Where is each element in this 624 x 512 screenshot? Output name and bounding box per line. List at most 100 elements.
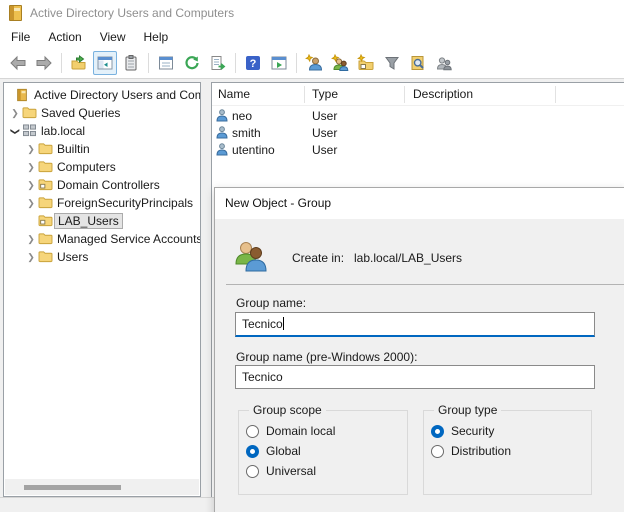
menu-file[interactable]: File <box>2 26 39 48</box>
tree-item-computers[interactable]: ❯ Computers <box>4 158 201 176</box>
tree-item-label: Domain Controllers <box>54 177 163 193</box>
new-organizational-unit-icon <box>357 54 375 72</box>
forward-button[interactable] <box>32 51 56 75</box>
radio-security[interactable]: Security <box>431 423 494 439</box>
console-tree-panel: Active Directory Users and Computers ❯ S… <box>3 82 201 497</box>
new-window-icon <box>270 54 288 72</box>
group-type-fieldset: Group type Security Distribution <box>423 410 592 495</box>
radio-unchecked-icon[interactable] <box>431 445 444 458</box>
radio-checked-icon[interactable] <box>246 445 259 458</box>
help-icon: ? <box>244 54 262 72</box>
chevron-right-icon[interactable]: ❯ <box>24 162 38 173</box>
tree-item-lab-users[interactable]: ❯ LAB_Users <box>4 212 201 230</box>
radio-checked-icon[interactable] <box>431 425 444 438</box>
cell-name: smith <box>232 126 261 140</box>
column-separator[interactable] <box>555 86 556 103</box>
list-row-neo[interactable]: neo User <box>212 107 624 124</box>
chevron-right-icon[interactable]: ❯ <box>24 180 38 191</box>
clipboard-button[interactable] <box>119 51 143 75</box>
pre-windows-2000-value: Tecnico <box>242 370 283 384</box>
organizational-unit-folder-icon <box>38 214 54 228</box>
tree-item-domain-controllers[interactable]: ❯ Domain Controllers <box>4 176 201 194</box>
app-window: Active Directory Users and Computers Fil… <box>0 0 624 512</box>
find-icon <box>409 54 427 72</box>
toolbar-separator <box>235 53 236 73</box>
back-button[interactable] <box>6 51 30 75</box>
radio-unchecked-icon[interactable] <box>246 425 259 438</box>
export-list-button[interactable] <box>206 51 230 75</box>
console-icon <box>15 88 31 102</box>
organizational-unit-folder-icon <box>38 178 54 192</box>
cell-name: neo <box>232 109 252 123</box>
up-one-level-icon <box>70 54 88 72</box>
tree-item-saved-queries[interactable]: ❯ Saved Queries <box>4 104 201 122</box>
tree-item-label: Active Directory Users and Computers <box>31 87 201 103</box>
radio-domain-local[interactable]: Domain local <box>246 423 335 439</box>
forward-icon <box>35 54 53 72</box>
new-window-button[interactable] <box>267 51 291 75</box>
column-header-description[interactable]: Description <box>413 83 473 105</box>
tree-item-label: lab.local <box>38 123 88 139</box>
group-people-icon <box>233 240 269 277</box>
group-scope-legend: Group scope <box>249 403 326 417</box>
tree-item-foreignsecurityprincipals[interactable]: ❯ ForeignSecurityPrincipals <box>4 194 201 212</box>
radio-unchecked-icon[interactable] <box>246 465 259 478</box>
toolbar-separator <box>296 53 297 73</box>
tree-item-label-selected: LAB_Users <box>54 213 123 229</box>
tree-item-builtin[interactable]: ❯ Builtin <box>4 140 201 158</box>
chevron-right-icon[interactable]: ❯ <box>24 234 38 245</box>
menu-help[interactable]: Help <box>135 26 178 48</box>
tree-item-users[interactable]: ❯ Users <box>4 248 201 266</box>
new-organizational-unit-button[interactable] <box>354 51 378 75</box>
titlebar: Active Directory Users and Computers <box>0 0 624 26</box>
folder-icon <box>38 196 54 210</box>
folder-icon <box>22 106 38 120</box>
list-row-smith[interactable]: smith User <box>212 124 624 141</box>
column-header-type[interactable]: Type <box>312 83 338 105</box>
new-group-icon <box>331 54 349 72</box>
find-button[interactable] <box>406 51 430 75</box>
app-console-icon <box>9 5 22 21</box>
chevron-right-icon[interactable]: ❯ <box>24 252 38 263</box>
chevron-right-icon[interactable]: ❯ <box>24 144 38 155</box>
column-separator[interactable] <box>404 86 405 103</box>
menu-action[interactable]: Action <box>39 26 90 48</box>
radio-universal[interactable]: Universal <box>246 463 316 479</box>
list-row-utentino[interactable]: utentino User <box>212 141 624 158</box>
chevron-down-icon[interactable]: ❯ <box>10 124 21 138</box>
column-separator[interactable] <box>304 86 305 103</box>
dialog-separator <box>226 284 624 285</box>
tree-item-label: Users <box>54 249 91 265</box>
properties-button[interactable] <box>154 51 178 75</box>
set-permissions-button[interactable] <box>432 51 456 75</box>
radio-distribution[interactable]: Distribution <box>431 443 511 459</box>
radio-global[interactable]: Global <box>246 443 301 459</box>
create-in-value: lab.local/LAB_Users <box>354 251 462 265</box>
toolbar-separator <box>148 53 149 73</box>
group-name-input[interactable]: Tecnico <box>235 312 595 337</box>
new-user-button[interactable] <box>302 51 326 75</box>
tree-item-label: Saved Queries <box>38 105 123 121</box>
dialog-title: New Object - Group <box>225 188 331 219</box>
tree-item-managed-service-accounts[interactable]: ❯ Managed Service Accounts <box>4 230 201 248</box>
user-icon <box>216 143 228 159</box>
new-group-button[interactable] <box>328 51 352 75</box>
show-console-tree-button[interactable] <box>93 51 117 75</box>
folder-icon <box>38 160 54 174</box>
tree-item-root[interactable]: Active Directory Users and Computers <box>4 86 201 104</box>
menu-view[interactable]: View <box>91 26 135 48</box>
filter-button[interactable] <box>380 51 404 75</box>
help-button[interactable]: ? <box>241 51 265 75</box>
refresh-button[interactable] <box>180 51 204 75</box>
pre-windows-2000-input[interactable]: Tecnico <box>235 365 595 389</box>
up-one-level-button[interactable] <box>67 51 91 75</box>
scrollbar-thumb[interactable] <box>24 485 121 490</box>
horizontal-scrollbar[interactable] <box>5 479 199 495</box>
dialog-titlebar[interactable]: New Object - Group <box>215 188 624 219</box>
clipboard-icon <box>122 54 140 72</box>
column-header-name[interactable]: Name <box>218 83 250 105</box>
create-in-label: Create in: <box>292 251 344 265</box>
tree-item-lab-local[interactable]: ❯ lab.local <box>4 122 201 140</box>
chevron-right-icon[interactable]: ❯ <box>8 108 22 119</box>
chevron-right-icon[interactable]: ❯ <box>24 198 38 209</box>
